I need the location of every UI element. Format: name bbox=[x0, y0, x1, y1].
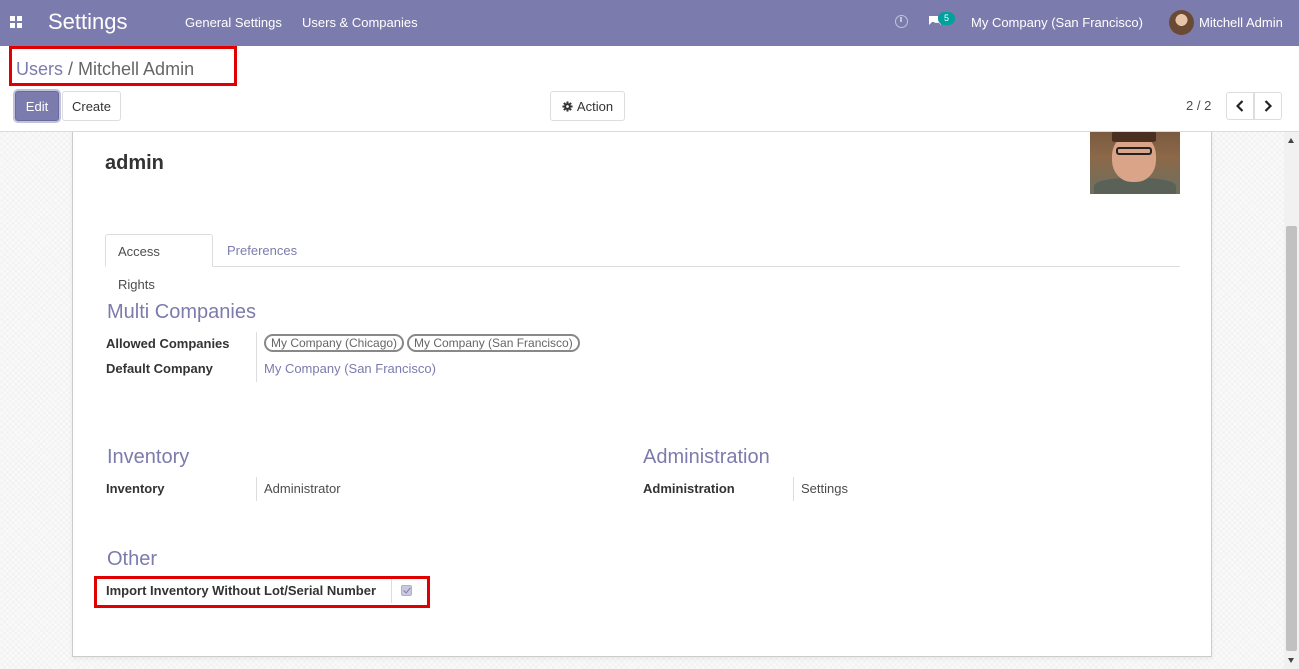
scroll-up-icon[interactable] bbox=[1288, 138, 1294, 143]
scroll-thumb[interactable] bbox=[1286, 226, 1297, 651]
chevron-right-icon bbox=[1264, 100, 1272, 112]
company-switcher[interactable]: My Company (San Francisco) bbox=[971, 15, 1143, 30]
section-administration: Administration bbox=[643, 446, 770, 468]
edit-button[interactable]: Edit bbox=[15, 91, 59, 121]
section-multi-companies: Multi Companies bbox=[107, 301, 256, 323]
inventory-value: Administrator bbox=[264, 481, 341, 496]
menu-users-companies[interactable]: Users & Companies bbox=[302, 15, 418, 30]
user-photo[interactable] bbox=[1090, 132, 1180, 194]
action-button[interactable]: Action bbox=[550, 91, 625, 121]
default-company-link[interactable]: My Company (San Francisco) bbox=[264, 361, 436, 376]
field-separator bbox=[256, 477, 257, 501]
app-title[interactable]: Settings bbox=[48, 9, 128, 35]
field-separator bbox=[793, 477, 794, 501]
administration-value: Settings bbox=[801, 481, 848, 496]
record-name: admin bbox=[105, 152, 164, 174]
highlight-box bbox=[9, 46, 237, 86]
inventory-label: Inventory bbox=[106, 481, 165, 496]
pager-value[interactable]: 2 / 2 bbox=[1186, 98, 1211, 113]
field-separator bbox=[256, 332, 257, 382]
pager-previous-button[interactable] bbox=[1226, 92, 1254, 120]
form-tabs: Access Rights Preferences bbox=[105, 234, 1180, 292]
create-button[interactable]: Create bbox=[62, 91, 121, 121]
gear-icon bbox=[562, 100, 573, 112]
user-menu[interactable]: Mitchell Admin bbox=[1199, 15, 1283, 30]
default-company-label: Default Company bbox=[106, 361, 213, 376]
apps-grid-icon[interactable] bbox=[10, 16, 22, 28]
scroll-down-icon[interactable] bbox=[1288, 658, 1294, 663]
top-navbar: Settings General Settings Users & Compan… bbox=[0, 0, 1299, 46]
tab-preferences[interactable]: Preferences bbox=[215, 234, 309, 267]
chevron-left-icon bbox=[1236, 100, 1244, 112]
administration-label: Administration bbox=[643, 481, 735, 496]
messages-badge: 5 bbox=[938, 12, 955, 25]
menu-general-settings[interactable]: General Settings bbox=[185, 15, 282, 30]
tab-access-rights[interactable]: Access Rights bbox=[105, 234, 213, 292]
section-inventory: Inventory bbox=[107, 446, 190, 468]
pager-next-button[interactable] bbox=[1254, 92, 1282, 120]
action-button-label: Action bbox=[576, 98, 614, 114]
highlight-box bbox=[94, 576, 430, 608]
allowed-companies-label: Allowed Companies bbox=[106, 336, 230, 351]
clock-icon[interactable] bbox=[895, 15, 908, 28]
section-other: Other bbox=[107, 548, 158, 570]
vertical-scrollbar[interactable] bbox=[1284, 132, 1299, 669]
avatar[interactable] bbox=[1169, 10, 1194, 35]
company-tag-san-francisco[interactable]: My Company (San Francisco) bbox=[407, 334, 580, 352]
company-tag-chicago[interactable]: My Company (Chicago) bbox=[264, 334, 405, 352]
